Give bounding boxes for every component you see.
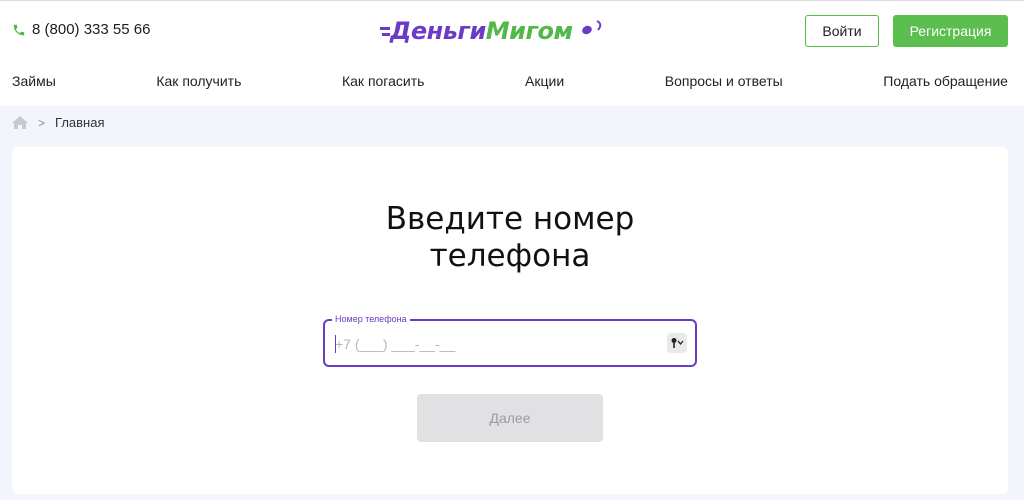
logo-speed-lines-icon <box>380 27 390 36</box>
page-title-line1: Введите номер <box>385 201 635 237</box>
logo[interactable]: ДеньгиМигом <box>380 15 605 47</box>
phone-icon <box>13 24 25 35</box>
phone-field-label: Номер телефона <box>332 313 410 325</box>
logo-text: ДеньгиМигом <box>390 17 573 45</box>
home-icon[interactable] <box>12 116 28 129</box>
logo-text-part1: Деньги <box>390 17 486 45</box>
main-nav: Займы Как получить Как погасить Акции Во… <box>12 73 1008 89</box>
phone-field[interactable]: Номер телефона <box>323 313 697 367</box>
breadcrumb: > Главная <box>12 115 105 130</box>
nav-item-submit-request[interactable]: Подать обращение <box>883 73 1008 89</box>
header: 8 (800) 333 55 66 ДеньгиМигом Войти Реги… <box>0 0 1024 106</box>
breadcrumb-current: Главная <box>55 115 105 130</box>
nav-item-how-to-repay[interactable]: Как погасить <box>342 73 424 89</box>
login-button[interactable]: Войти <box>805 15 879 47</box>
breadcrumb-separator: > <box>38 115 46 130</box>
page-title-line2: телефона <box>429 238 591 274</box>
text-caret <box>335 335 336 353</box>
logo-moon-icon <box>581 20 601 35</box>
phone-number: 8 (800) 333 55 66 <box>32 21 151 38</box>
logo-text-part2: Мигом <box>485 17 573 45</box>
page-title: Введите номер телефона <box>12 201 1008 275</box>
nav-item-loans[interactable]: Займы <box>12 73 56 89</box>
phone-link[interactable]: 8 (800) 333 55 66 <box>12 21 150 38</box>
register-button[interactable]: Регистрация <box>893 15 1008 47</box>
phone-entry-card: Введите номер телефона Номер телефона Да… <box>12 147 1008 494</box>
nav-item-promotions[interactable]: Акции <box>525 73 564 89</box>
password-manager-key-icon[interactable] <box>667 333 687 353</box>
nav-item-faq[interactable]: Вопросы и ответы <box>665 73 783 89</box>
next-button[interactable]: Далее <box>417 394 603 442</box>
phone-input[interactable] <box>335 329 655 359</box>
nav-item-how-to-get[interactable]: Как получить <box>156 73 241 89</box>
